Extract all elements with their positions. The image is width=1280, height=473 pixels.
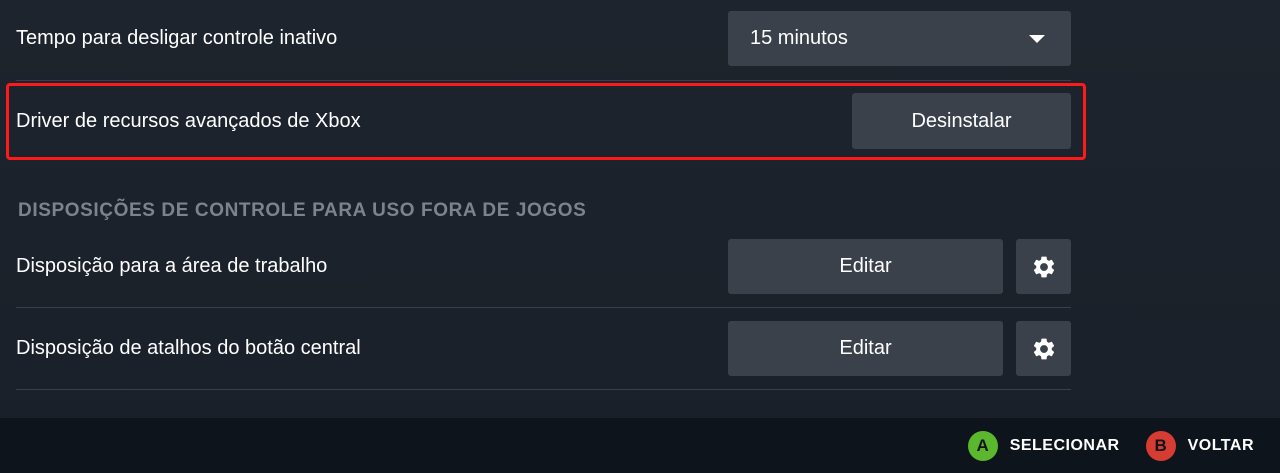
gear-icon — [1033, 338, 1054, 359]
desktop-layout-edit-button[interactable]: Editar — [728, 239, 1003, 294]
controller-settings-screen: Tempo para desligar controle inativo 15 … — [0, 0, 1280, 473]
highlight-box — [6, 83, 1086, 160]
select-hint-label: SELECIONAR — [1009, 436, 1120, 454]
section-title: DISPOSIÇÕES DE CONTROLE PARA USO FORA DE… — [18, 200, 587, 221]
guide-chord-edit-button[interactable]: Editar — [728, 321, 1003, 376]
b-button-icon: B — [1145, 430, 1176, 461]
chevron-down-icon — [1029, 34, 1045, 43]
row-divider — [16, 389, 1071, 390]
idle-timeout-dropdown[interactable]: 15 minutos — [728, 11, 1071, 66]
gear-icon — [1033, 256, 1054, 277]
idle-timeout-value: 15 minutos — [750, 27, 848, 49]
a-button-icon: A — [967, 430, 998, 461]
desktop-layout-settings-button[interactable] — [1016, 239, 1071, 294]
back-hint[interactable]: B VOLTAR — [1145, 430, 1254, 461]
footer-bar: A SELECIONAR B VOLTAR — [0, 418, 1280, 473]
row-divider — [16, 80, 1071, 81]
select-hint[interactable]: A SELECIONAR — [967, 430, 1120, 461]
row-divider — [16, 307, 1071, 308]
back-hint-label: VOLTAR — [1187, 436, 1254, 454]
guide-chord-settings-button[interactable] — [1016, 321, 1071, 376]
